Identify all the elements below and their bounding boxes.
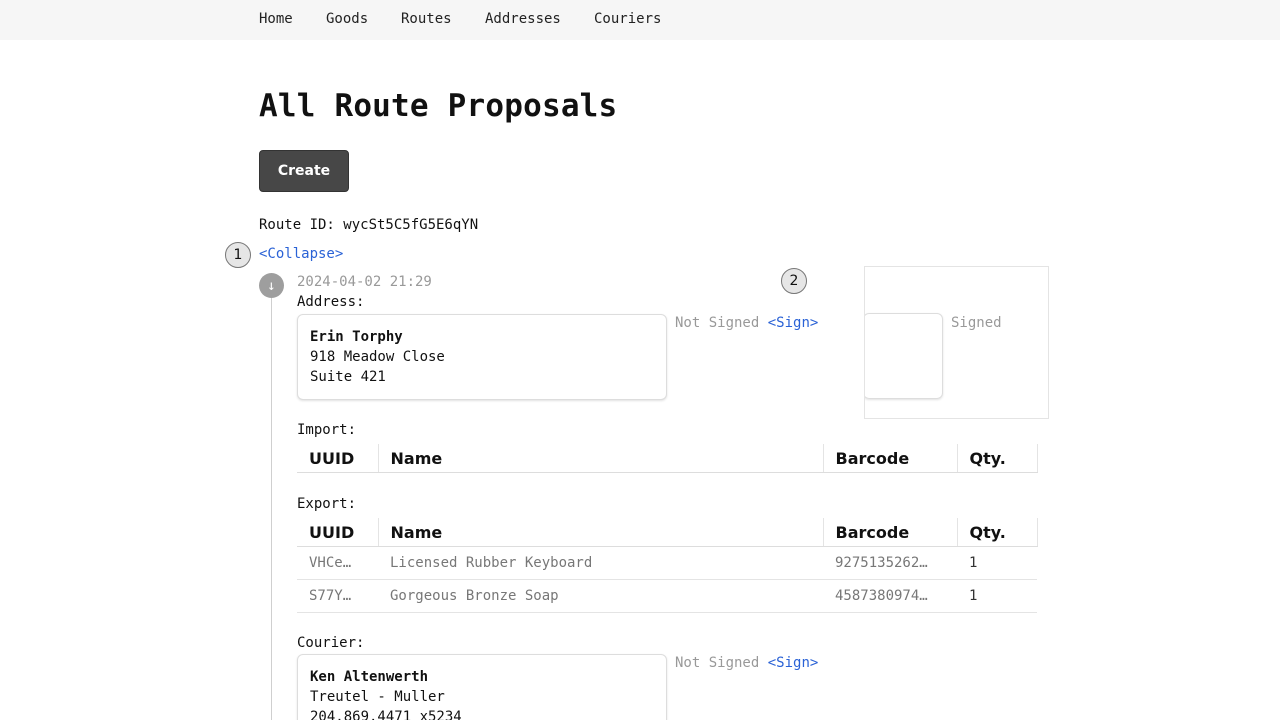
- nav-home-link[interactable]: Home: [259, 11, 293, 27]
- annotation-marker-1: 1: [225, 242, 251, 268]
- nav-goods-link[interactable]: Goods: [326, 11, 368, 27]
- timeline-line: [271, 298, 272, 720]
- row-barcode: 9275135262…: [823, 546, 957, 580]
- export-table-header: UUID Name Barcode Qty.: [297, 518, 1038, 547]
- row-qty: 1: [957, 546, 1037, 580]
- column-header-name: Name: [378, 444, 824, 473]
- courier-sign-status: Not Signed <Sign>: [675, 655, 818, 671]
- column-header-uuid: UUID: [297, 518, 379, 547]
- address-name: Erin Torphy: [310, 329, 403, 345]
- table-row: S77Y… Gorgeous Bronze Soap 4587380974… 1: [297, 579, 1037, 613]
- address-label: Address:: [297, 294, 365, 310]
- row-uuid: S77Y…: [297, 579, 378, 613]
- nav-couriers-link[interactable]: Couriers: [594, 11, 661, 27]
- export-label: Export:: [297, 496, 357, 512]
- column-header-barcode: Barcode: [823, 444, 958, 473]
- annotation-marker-2: 2: [781, 268, 807, 294]
- address-line1: 918 Meadow Close: [310, 349, 445, 365]
- nav-routes-link[interactable]: Routes: [401, 11, 452, 27]
- nav-addresses-link[interactable]: Addresses: [485, 11, 561, 27]
- top-navigation: Home Goods Routes Addresses Couriers: [0, 0, 1280, 40]
- signature-preview-pane: Signed: [864, 266, 1049, 419]
- address-sign-status: Not Signed <Sign>: [675, 315, 818, 331]
- row-name: Gorgeous Bronze Soap: [378, 579, 823, 613]
- address-sign-link[interactable]: <Sign>: [768, 315, 819, 331]
- address-status-text: Not Signed: [675, 315, 760, 331]
- column-header-name: Name: [378, 518, 824, 547]
- courier-phone: 204.869.4471 x5234: [310, 709, 462, 720]
- courier-status-text: Not Signed: [675, 655, 760, 671]
- page-title: All Route Proposals: [259, 88, 618, 124]
- entry-timestamp: 2024-04-02 21:29: [297, 274, 432, 290]
- table-row: VHCe… Licensed Rubber Keyboard 927513526…: [297, 546, 1037, 580]
- column-header-barcode: Barcode: [823, 518, 958, 547]
- arrow-down-icon: ↓: [259, 273, 284, 298]
- import-table: UUID Name Barcode Qty.: [297, 444, 1038, 473]
- import-label: Import:: [297, 422, 357, 438]
- row-uuid: VHCe…: [297, 546, 378, 580]
- import-table-header: UUID Name Barcode Qty.: [297, 444, 1038, 473]
- route-id: Route ID: wycSt5C5fG5E6qYN: [259, 217, 479, 233]
- row-barcode: 4587380974…: [823, 579, 957, 613]
- column-header-qty: Qty.: [957, 518, 1038, 547]
- address-line2: Suite 421: [310, 369, 386, 385]
- courier-label: Courier:: [297, 635, 365, 651]
- row-name: Licensed Rubber Keyboard: [378, 546, 823, 580]
- courier-company: Treutel - Muller: [310, 689, 445, 705]
- column-header-uuid: UUID: [297, 444, 379, 473]
- column-header-qty: Qty.: [957, 444, 1038, 473]
- signature-preview-card: [865, 313, 943, 399]
- create-button[interactable]: Create: [259, 150, 349, 192]
- address-card: Erin Torphy 918 Meadow Close Suite 421: [297, 314, 667, 400]
- row-qty: 1: [957, 579, 1037, 613]
- export-table: UUID Name Barcode Qty. VHCe… Licensed Ru…: [297, 518, 1038, 613]
- courier-card: Ken Altenwerth Treutel - Muller 204.869.…: [297, 654, 667, 720]
- signed-status: Signed: [951, 315, 1002, 331]
- collapse-link[interactable]: <Collapse>: [259, 246, 343, 262]
- courier-sign-link[interactable]: <Sign>: [768, 655, 819, 671]
- courier-name: Ken Altenwerth: [310, 669, 429, 685]
